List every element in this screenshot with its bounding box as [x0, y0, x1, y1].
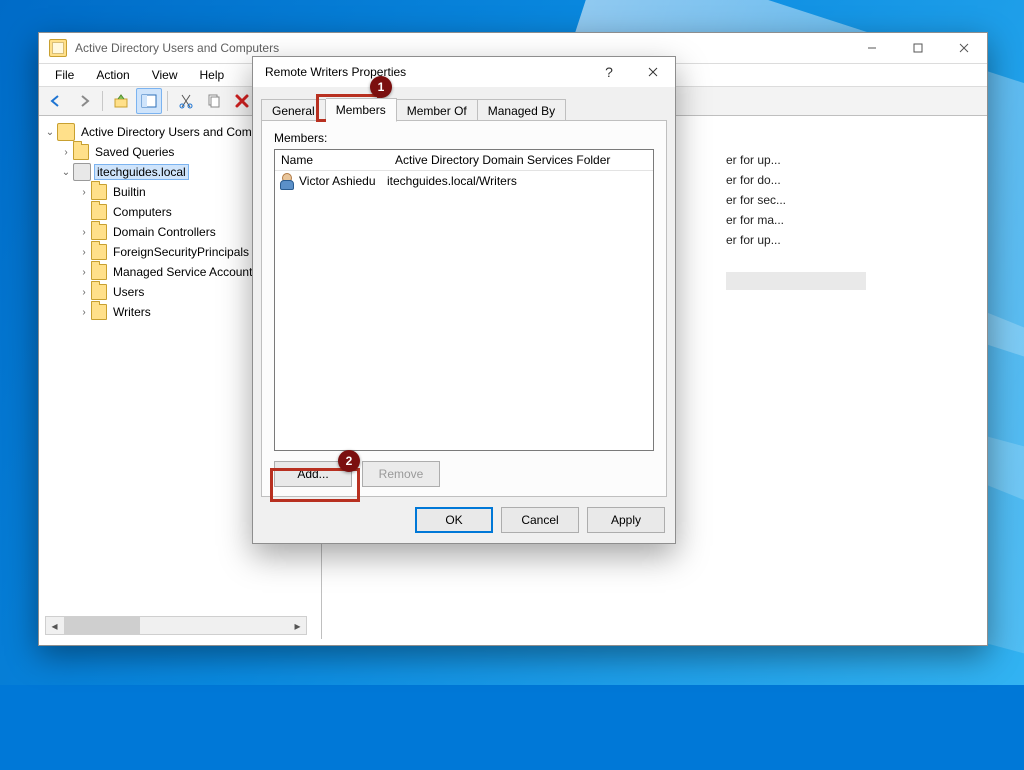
close-button[interactable] — [941, 33, 987, 63]
members-label: Members: — [274, 131, 654, 145]
aduc-app-icon — [49, 39, 67, 57]
expand-icon[interactable]: › — [77, 227, 91, 238]
menu-view[interactable]: View — [142, 66, 188, 84]
tree-label: Writers — [111, 305, 153, 319]
expand-icon[interactable]: ⌄ — [43, 127, 57, 138]
expand-icon[interactable]: › — [59, 147, 73, 158]
collapse-icon[interactable]: ⌄ — [59, 167, 73, 178]
list-peek-row[interactable]: er for up... — [726, 150, 786, 170]
cut-button[interactable] — [173, 88, 199, 114]
member-name: Victor Ashiedu — [299, 174, 387, 188]
folder-icon — [91, 244, 107, 260]
menu-action[interactable]: Action — [86, 66, 139, 84]
members-button-row: Add... Remove — [274, 461, 654, 487]
menu-help[interactable]: Help — [190, 66, 235, 84]
show-hide-tree-button[interactable] — [136, 88, 162, 114]
callout-badge-1: 1 — [370, 76, 392, 98]
scroll-thumb[interactable] — [64, 617, 140, 634]
menu-file[interactable]: File — [45, 66, 84, 84]
list-peek-row[interactable]: er for do... — [726, 170, 786, 190]
user-icon — [279, 173, 295, 189]
scroll-right-icon[interactable]: ▸ — [289, 617, 306, 634]
folder-icon — [91, 304, 107, 320]
scroll-left-icon[interactable]: ◂ — [46, 617, 63, 634]
list-peek-row[interactable]: er for ma... — [726, 210, 786, 230]
tree-label: Computers — [111, 205, 174, 219]
folder-icon — [91, 184, 107, 200]
members-listbox[interactable]: Name Active Directory Domain Services Fo… — [274, 149, 654, 451]
tree-label: Domain Controllers — [111, 225, 218, 239]
apply-button[interactable]: Apply — [587, 507, 665, 533]
folder-icon — [91, 204, 107, 220]
member-folder: itechguides.local/Writers — [387, 174, 517, 188]
dialog-body: Members: Name Active Directory Domain Se… — [261, 121, 667, 497]
ok-button[interactable]: OK — [415, 507, 493, 533]
folder-icon — [91, 284, 107, 300]
list-peek-row[interactable]: er for sec... — [726, 190, 786, 210]
aduc-root-icon — [57, 123, 75, 141]
list-items-peek: er for up... er for do... er for sec... … — [726, 150, 786, 250]
properties-dialog: Remote Writers Properties ? General Memb… — [252, 56, 676, 544]
expand-icon[interactable]: › — [77, 267, 91, 278]
tree-horizontal-scrollbar[interactable]: ◂ ▸ — [45, 616, 307, 635]
expand-icon[interactable]: › — [77, 307, 91, 318]
folder-icon — [91, 264, 107, 280]
cancel-button[interactable]: Cancel — [501, 507, 579, 533]
minimize-button[interactable] — [849, 33, 895, 63]
tab-member-of[interactable]: Member Of — [397, 99, 478, 122]
dialog-close-button[interactable] — [631, 57, 675, 87]
dialog-footer: OK Cancel Apply — [415, 507, 665, 533]
tree-label: ForeignSecurityPrincipals — [111, 245, 251, 259]
members-columns: Name Active Directory Domain Services Fo… — [275, 150, 653, 171]
maximize-button[interactable] — [895, 33, 941, 63]
list-highlight-stub — [726, 272, 866, 290]
tab-members[interactable]: Members — [326, 98, 397, 122]
nav-back-button[interactable] — [43, 88, 69, 114]
folder-icon — [91, 224, 107, 240]
copy-button[interactable] — [201, 88, 227, 114]
column-folder[interactable]: Active Directory Domain Services Folder — [393, 153, 653, 167]
dialog-titlebar[interactable]: Remote Writers Properties ? — [253, 57, 675, 87]
up-level-button[interactable] — [108, 88, 134, 114]
tree-label: Builtin — [111, 185, 148, 199]
expand-icon[interactable]: › — [77, 187, 91, 198]
tree-label: Users — [111, 285, 146, 299]
domain-icon — [73, 163, 91, 181]
callout-badge-2: 2 — [338, 450, 360, 472]
dialog-help-button[interactable]: ? — [587, 57, 631, 87]
tree-domain-label: itechguides.local — [95, 165, 188, 179]
remove-button: Remove — [362, 461, 440, 487]
tree-label: Managed Service Accounts — [111, 265, 260, 279]
list-peek-row[interactable]: er for up... — [726, 230, 786, 250]
expand-icon[interactable]: › — [77, 247, 91, 258]
tree-label: Saved Queries — [93, 145, 176, 159]
tab-general[interactable]: General — [261, 99, 326, 122]
column-name[interactable]: Name — [275, 153, 393, 167]
nav-forward-button[interactable] — [71, 88, 97, 114]
aduc-title: Active Directory Users and Computers — [75, 41, 279, 55]
tab-managed-by[interactable]: Managed By — [478, 99, 566, 122]
expand-icon[interactable]: › — [77, 287, 91, 298]
folder-icon — [73, 144, 89, 160]
member-row[interactable]: Victor Ashiedu itechguides.local/Writers — [275, 171, 653, 191]
dialog-tabs: General Members Member Of Managed By — [253, 87, 675, 121]
